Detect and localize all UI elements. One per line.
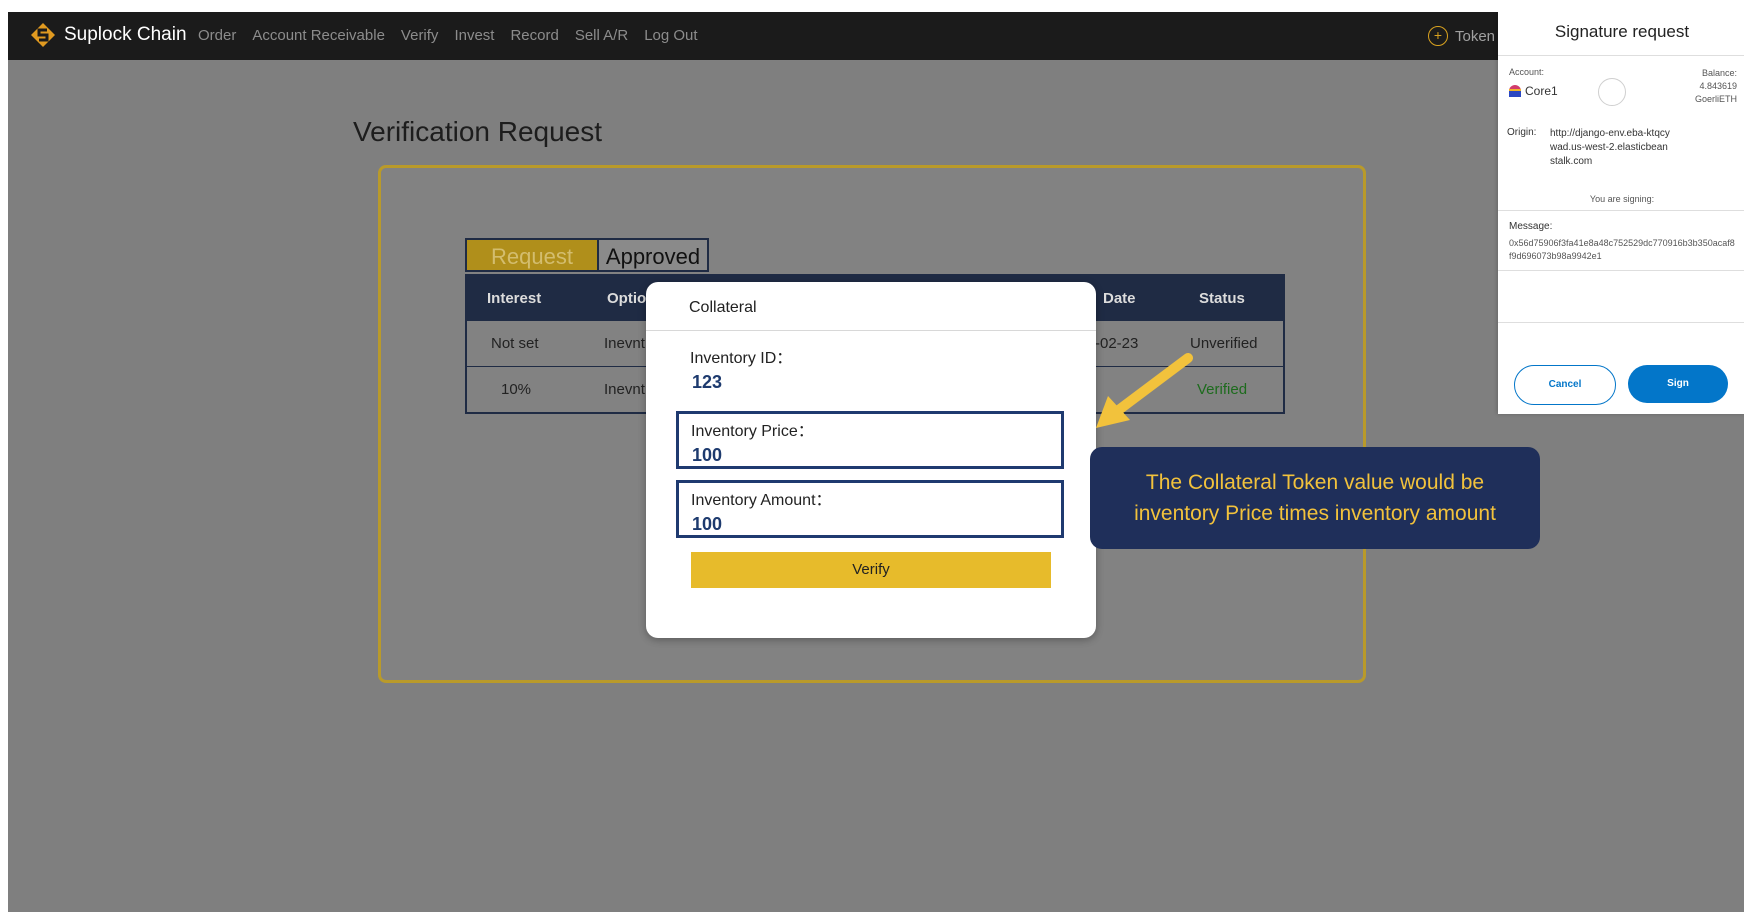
balance-value: 4.843619 [1699,81,1737,91]
cell-status: Unverified [1190,335,1258,352]
plus-icon: + [1428,26,1448,46]
tab-bar: Request Approved [465,238,709,272]
nav-sell-ar[interactable]: Sell A/R [575,27,628,44]
inventory-amount-label: Inventory Amount： [691,492,832,509]
cell-interest: Not set [491,335,539,352]
header-status: Status [1199,289,1245,307]
message-label: Message: [1509,221,1553,232]
tab-approved[interactable]: Approved [597,238,709,272]
modal-title: Collateral [689,299,757,316]
account-name: Core1 [1525,84,1558,98]
nav-log-out[interactable]: Log Out [644,27,697,44]
nav-order[interactable]: Order [198,27,236,44]
header-date: Date [1103,289,1136,307]
token-label: Token [1455,27,1496,45]
modal-divider [646,330,1096,331]
sign-button[interactable]: Sign [1628,365,1728,403]
token-link[interactable]: + Token [1428,26,1495,46]
origin-value: http://django-env.eba-ktqcywad.us-west-2… [1550,128,1670,167]
divider [1498,322,1744,323]
account-avatar-icon [1509,85,1521,97]
cell-option: Inevnt [604,381,645,398]
page-title: Verification Request [353,116,603,147]
nav-account-receivable[interactable]: Account Receivable [252,27,385,44]
cell-interest: 10% [501,381,532,398]
callout-line-2: inventory Price times inventory amount [1134,502,1496,525]
app-screen: Suplock Chain Order Account Receivable V… [8,12,1744,912]
inventory-price-value: 100 [692,445,723,465]
inventory-amount-field[interactable]: Inventory Amount： 100 [676,480,1064,538]
brand-name: Suplock Chain [64,24,187,45]
tab-request[interactable]: Request [465,238,597,272]
account-label: Account: [1509,67,1545,77]
nav-invest[interactable]: Invest [454,27,494,44]
balance-block: Balance: 4.843619 GoerliETH [1695,67,1737,106]
inventory-price-field[interactable]: Inventory Price： 100 [676,411,1064,469]
top-navbar: Suplock Chain Order Account Receivable V… [8,12,1744,60]
annotation-callout: The Collateral Token value would be inve… [1090,447,1540,549]
nav-record[interactable]: Record [510,27,558,44]
inventory-id-value: 123 [692,372,723,392]
balance-label: Balance: [1701,68,1737,78]
signing-text: You are signing: [1589,194,1655,204]
balance-unit: GoerliETH [1694,94,1737,104]
header-interest: Interest [487,289,542,307]
cancel-button[interactable]: Cancel [1514,365,1616,405]
nav-verify[interactable]: Verify [401,27,439,44]
arrow-icon [1096,353,1193,428]
account-row: Core1 [1509,84,1558,98]
inventory-price-label: Inventory Price： [691,423,814,440]
callout-line-1: The Collateral Token value would be [1145,471,1485,494]
divider [1498,55,1744,56]
verify-button[interactable]: Verify [691,552,1051,588]
divider [1498,210,1744,211]
connection-circle-icon [1598,78,1626,106]
message-value: 0x56d75906f3fa41e8a48c752529dc770916b3b3… [1509,238,1735,261]
origin-label: Origin: [1507,127,1537,138]
collateral-modal: Collateral Inventory ID： 123 Inventory P… [646,282,1096,638]
nav-links: Order Account Receivable Verify Invest R… [198,27,698,44]
inventory-amount-value: 100 [692,514,723,534]
inventory-id-label: Inventory ID： [690,350,793,367]
suplock-logo-icon [31,23,55,47]
signature-request-popup: Signature request Account: Core1 Balance… [1498,12,1744,414]
signature-request-title: Signature request [1554,22,1690,41]
cell-status: Verified [1197,381,1248,398]
cell-option: Inevnt [604,335,645,352]
divider [1498,270,1744,271]
brand[interactable]: Suplock Chain [30,22,187,48]
